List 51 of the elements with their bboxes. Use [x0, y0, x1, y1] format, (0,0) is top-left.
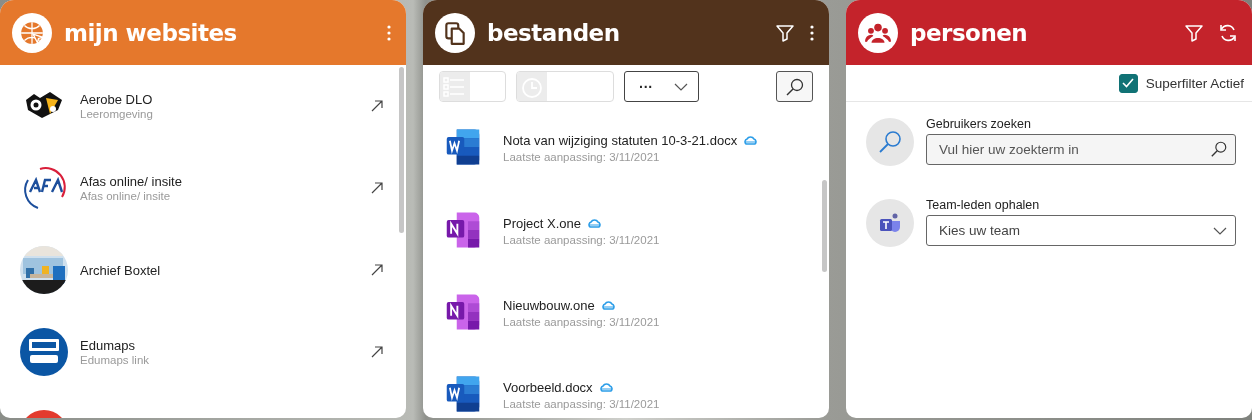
team-dropdown[interactable]: Kies uw team — [926, 215, 1236, 246]
cloud-icon — [743, 135, 758, 146]
cloud-icon — [600, 300, 615, 311]
external-link-icon[interactable] — [370, 263, 384, 277]
external-link-icon[interactable] — [370, 181, 384, 195]
modified-date: Laatste aanpassing: 3/11/2021 — [503, 397, 660, 410]
modified-date: Laatste aanpassing: 3/11/2021 — [503, 150, 661, 163]
field-label: Gebruikers zoeken — [926, 117, 1032, 131]
search-button[interactable] — [776, 71, 813, 102]
check-icon — [1122, 78, 1135, 88]
panel-title: mijn websites — [64, 19, 237, 46]
file-name[interactable]: Nota van wijziging statuten 10-3-21.docx — [503, 132, 738, 148]
filter-icon[interactable] — [1184, 22, 1204, 43]
modified-date: Laatste aanpassing: 3/11/2021 — [503, 315, 660, 328]
chevron-down-icon — [1213, 226, 1227, 235]
external-link-icon[interactable] — [370, 99, 384, 113]
globe-icon — [19, 19, 45, 46]
cloud-icon — [598, 382, 613, 393]
scrollbar[interactable] — [399, 67, 404, 233]
panel-title: bestanden — [487, 19, 620, 46]
chevron-down-icon — [674, 82, 688, 91]
site-subtitle: Leeromgeving — [80, 108, 154, 120]
refresh-icon[interactable] — [1218, 22, 1238, 43]
site-name[interactable]: Aerobe DLO — [80, 92, 370, 107]
cloud-icon — [587, 218, 602, 229]
sort-dropdown[interactable]: ··· — [624, 71, 699, 102]
menu-icon[interactable] — [809, 23, 815, 42]
checkbox-label: Superfilter Actief — [1145, 75, 1244, 91]
magnifier-badge-icon — [866, 118, 914, 166]
site-name[interactable]: Archief Boxtel — [80, 262, 370, 278]
scrollbar[interactable] — [822, 180, 827, 272]
search-icon[interactable] — [1210, 140, 1228, 158]
panel-title: personen — [910, 19, 1028, 46]
site-subtitle: Afas online/ insite — [80, 190, 172, 202]
site-name[interactable]: Edumaps — [80, 338, 370, 353]
site-name[interactable]: Afas online/ insite — [80, 174, 370, 189]
filter-icon[interactable] — [775, 22, 795, 43]
documents-icon — [442, 19, 468, 46]
modified-date: Laatste aanpassing: 3/11/2021 — [503, 233, 660, 246]
file-name[interactable]: Voorbeeld.docx — [503, 379, 593, 395]
search-field[interactable]: Vul hier uw zoekterm in — [926, 134, 1236, 165]
checkbox[interactable] — [1118, 73, 1138, 93]
clock-icon — [517, 72, 547, 101]
file-name[interactable]: Project X.one — [503, 215, 582, 231]
field-label: Team-leden ophalen — [926, 198, 1041, 212]
search-icon — [784, 76, 805, 97]
file-name[interactable]: Nieuwbouw.one — [503, 297, 595, 313]
site-subtitle: Edumaps link — [80, 354, 151, 366]
teams-badge-icon — [866, 199, 914, 247]
list-icon — [440, 72, 470, 101]
external-link-icon[interactable] — [370, 345, 384, 359]
